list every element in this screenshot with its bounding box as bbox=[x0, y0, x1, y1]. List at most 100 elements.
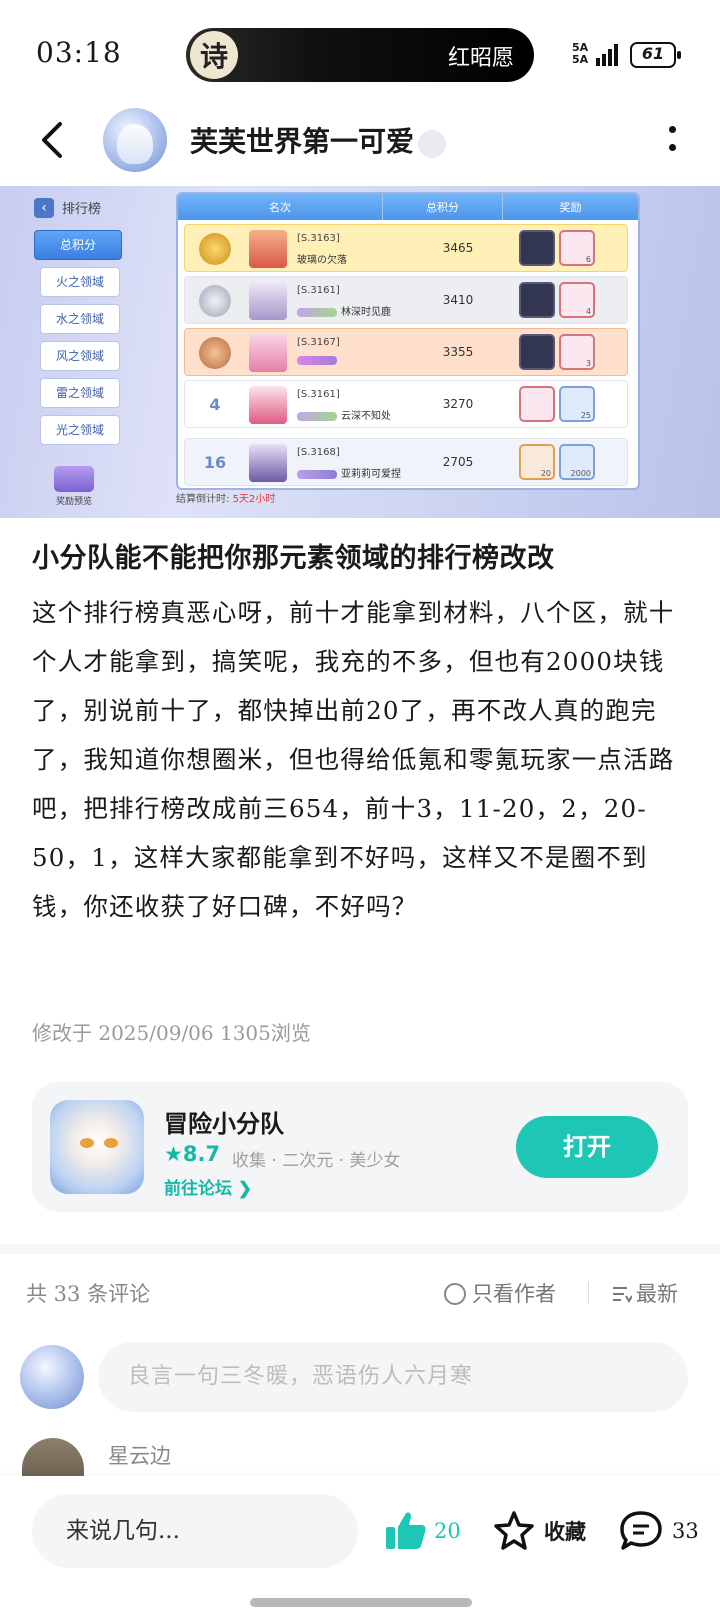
player-score: 3270 bbox=[442, 397, 474, 411]
player-name-row: 林深时见鹿 bbox=[297, 303, 391, 318]
post-meta: 修改于 2025/09/06 1305浏览 bbox=[32, 1021, 311, 1045]
player-name: 亚莉莉可爱捏 bbox=[341, 469, 401, 480]
player-server: [S.3163] bbox=[297, 233, 340, 244]
reward-item-icon bbox=[519, 282, 555, 318]
bottom-action-bar: 来说几句... 20 收藏 33 bbox=[0, 1476, 720, 1619]
guild-tag bbox=[297, 355, 337, 365]
favorite-button[interactable]: 收藏 bbox=[492, 1506, 586, 1556]
reward-item-icon bbox=[519, 230, 555, 266]
post-header: 芙芙世界第一可爱 bbox=[0, 100, 720, 186]
player-score: 3410 bbox=[442, 293, 474, 307]
bronze-medal-icon bbox=[199, 337, 231, 369]
post-image[interactable]: ‹ 排行榜 总积分 火之领域 水之领域 风之领域 雷之领域 光之领域 奖励预览 … bbox=[0, 186, 720, 518]
game-table-header: 名次 总积分 奖励 bbox=[178, 194, 638, 220]
silver-medal-icon bbox=[199, 285, 231, 317]
player-name: 云深不知处 bbox=[341, 411, 391, 422]
game-table-row: 16 [S.3168] 亚莉莉可爱捏 2705 20 2000 bbox=[184, 438, 628, 486]
clock: 03:18 bbox=[36, 36, 122, 69]
game-table-row: [S.3163] 玻璃の欠落 3465 6 bbox=[184, 224, 628, 272]
sort-label: 最新 bbox=[636, 1282, 678, 1306]
game-leaderboard-title: 排行榜 bbox=[62, 202, 102, 217]
player-avatar bbox=[249, 334, 287, 372]
col-score: 总积分 bbox=[383, 194, 503, 220]
music-cover-icon: 诗 bbox=[190, 31, 238, 79]
commenter-name[interactable]: 星云边 bbox=[108, 1440, 171, 1470]
section-divider bbox=[0, 1244, 720, 1254]
author-avatar[interactable] bbox=[103, 108, 167, 172]
reward-count: 6 bbox=[585, 255, 591, 264]
author-name: 芙芙世界第一可爱 bbox=[190, 125, 415, 158]
countdown-value: 5天2小时 bbox=[232, 494, 276, 505]
reward-preview-label: 奖励预览 bbox=[55, 497, 92, 507]
player-server: [S.3167] bbox=[297, 337, 340, 348]
more-options-icon[interactable] bbox=[668, 126, 676, 152]
guild-tag bbox=[297, 411, 337, 421]
reward-item-icon: 25 bbox=[559, 386, 595, 422]
player-name-row: 亚莉莉可爱捏 bbox=[297, 465, 401, 480]
reward-item-icon bbox=[519, 386, 555, 422]
player-rank: 4 bbox=[209, 395, 221, 414]
col-reward: 奖励 bbox=[559, 201, 582, 214]
my-avatar[interactable] bbox=[20, 1345, 84, 1409]
guild-tag bbox=[297, 307, 337, 317]
player-score: 2705 bbox=[442, 455, 474, 469]
game-tags: 收集 · 二次元 · 美少女 bbox=[232, 1151, 401, 1171]
author-badge-icon bbox=[418, 129, 447, 158]
open-game-button[interactable]: 打开 bbox=[516, 1116, 658, 1178]
game-back-icon: ‹ bbox=[34, 198, 54, 218]
post-title: 小分队能不能把你那元素领域的排行榜改改 bbox=[32, 543, 555, 574]
player-name: 玻璃の欠落 bbox=[297, 255, 347, 266]
player-server: [S.3161] bbox=[297, 389, 340, 400]
chest-icon bbox=[54, 466, 94, 492]
reply-input[interactable]: 来说几句... bbox=[32, 1494, 358, 1568]
home-indicator[interactable] bbox=[250, 1598, 472, 1607]
reward-item-icon: 2000 bbox=[559, 444, 595, 480]
sort-toggle[interactable]: 最新 bbox=[612, 1278, 678, 1308]
game-leaderboard-table: 名次 总积分 奖励 [S.3163] 玻璃の欠落 3465 6 [S.3161]… bbox=[176, 192, 640, 490]
game-tab: 火之领域 bbox=[40, 267, 120, 297]
like-button[interactable]: 20 bbox=[384, 1506, 461, 1556]
guild-tag bbox=[297, 469, 337, 479]
reward-item-icon: 3 bbox=[559, 334, 595, 370]
author-name-row[interactable]: 芙芙世界第一可爱 bbox=[190, 120, 447, 160]
back-icon[interactable] bbox=[34, 118, 74, 162]
player-server: [S.3168] bbox=[297, 447, 340, 458]
commenter-avatar[interactable] bbox=[22, 1438, 84, 1478]
player-server: [S.3161] bbox=[297, 285, 340, 296]
reward-count: 25 bbox=[580, 411, 591, 420]
game-card[interactable]: 冒险小分队 ★8.7 收集 · 二次元 · 美少女 前往论坛 ❯ 打开 bbox=[32, 1082, 688, 1212]
game-tab: 雷之领域 bbox=[40, 378, 120, 408]
gold-medal-icon bbox=[199, 233, 231, 265]
network-type: 5A 5A bbox=[572, 41, 589, 66]
now-playing-title: 红昭愿 bbox=[447, 46, 514, 71]
sort-icon bbox=[613, 1287, 632, 1303]
comment-input[interactable]: 良言一句三冬暖，恶语伤人六月寒 bbox=[98, 1342, 688, 1412]
player-name-row: 云深不知处 bbox=[297, 407, 391, 422]
player-rank: 16 bbox=[203, 453, 227, 472]
player-name-row bbox=[297, 355, 341, 366]
author-only-toggle[interactable]: 只看作者 bbox=[444, 1278, 556, 1308]
game-tab: 水之领域 bbox=[40, 304, 120, 334]
game-rating: ★8.7 bbox=[164, 1142, 221, 1166]
radio-circle-icon bbox=[444, 1283, 466, 1305]
reward-count: 3 bbox=[585, 359, 591, 368]
reward-item-icon: 6 bbox=[559, 230, 595, 266]
player-avatar bbox=[249, 230, 287, 268]
comment-button[interactable]: 33 bbox=[618, 1506, 699, 1556]
reward-count: 2000 bbox=[570, 469, 591, 478]
game-tab: 总积分 bbox=[34, 230, 122, 260]
reward-item-icon: 20 bbox=[519, 444, 555, 480]
signal-icon bbox=[596, 42, 622, 66]
reward-item-icon bbox=[519, 334, 555, 370]
dynamic-island[interactable]: 诗 红昭愿 bbox=[186, 28, 534, 82]
countdown-label: 结算倒计时: bbox=[176, 494, 230, 505]
author-only-label: 只看作者 bbox=[472, 1282, 556, 1306]
col-rank: 名次 bbox=[178, 194, 383, 220]
favorite-label: 收藏 bbox=[544, 1519, 586, 1544]
player-avatar bbox=[249, 282, 287, 320]
forum-link[interactable]: 前往论坛 ❯ bbox=[164, 1174, 252, 1199]
reward-count: 4 bbox=[585, 307, 591, 316]
player-avatar bbox=[249, 444, 287, 482]
post-body: 这个排行榜真恶心呀，前十才能拿到材料，八个区，就十个人才能拿到，搞笑呢，我充的不… bbox=[32, 598, 675, 921]
like-count: 20 bbox=[434, 1519, 461, 1543]
